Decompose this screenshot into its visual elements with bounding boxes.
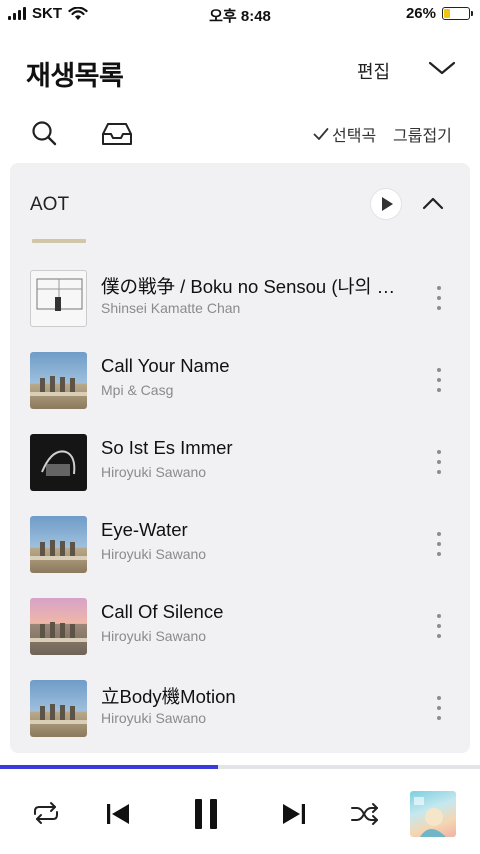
- playlist-name[interactable]: AOT: [30, 194, 69, 216]
- select-tracks-button[interactable]: 선택곡: [313, 122, 376, 146]
- album-art: [30, 598, 87, 655]
- playback-progress-fill: [0, 765, 219, 769]
- album-art: [30, 680, 87, 737]
- more-vertical-icon[interactable]: [434, 614, 444, 638]
- album-art: [30, 434, 87, 491]
- track-artist: Hiroyuki Sawano: [101, 710, 207, 726]
- edit-button[interactable]: 편집: [357, 58, 390, 84]
- track-row[interactable]: 僕の戦争 / Boku no Sensou (나의 전쟁) Shinsei Kam…: [10, 259, 470, 341]
- track-row[interactable]: Call Of Silence Hiroyuki Sawano: [10, 587, 470, 669]
- inbox-icon[interactable]: [101, 121, 133, 147]
- track-artist: Hiroyuki Sawano: [101, 464, 207, 480]
- shuffle-icon[interactable]: [350, 802, 380, 826]
- track-row[interactable]: Eye-Water Hiroyuki Sawano: [10, 505, 470, 587]
- track-artist: Hiroyuki Sawano: [101, 628, 207, 644]
- track-row[interactable]: Call Your Name Mpi & Casg: [10, 341, 470, 423]
- album-art: [30, 516, 87, 573]
- now-playing-art-graphic: [414, 797, 446, 837]
- previous-icon[interactable]: [105, 801, 131, 827]
- more-vertical-icon[interactable]: [434, 368, 444, 392]
- now-playing-album-art[interactable]: [410, 791, 456, 837]
- track-title: 立Body機Motion: [101, 686, 236, 707]
- track-artist: Mpi & Casg: [101, 382, 174, 398]
- status-bar: SKT 오후 8:48 26%: [0, 0, 480, 28]
- more-vertical-icon[interactable]: [434, 532, 444, 556]
- track-row[interactable]: 立Body機Motion Hiroyuki Sawano: [10, 669, 470, 751]
- album-art: [30, 270, 87, 327]
- track-row[interactable]: So Ist Es Immer Hiroyuki Sawano: [10, 423, 470, 505]
- more-vertical-icon[interactable]: [434, 696, 444, 720]
- track-title: Call Your Name: [101, 355, 230, 376]
- track-artist: Hiroyuki Sawano: [101, 546, 207, 562]
- battery-percent: 26%: [405, 5, 436, 22]
- more-vertical-icon[interactable]: [434, 286, 444, 310]
- repeat-icon[interactable]: [31, 801, 61, 825]
- album-art: [30, 352, 87, 409]
- play-playlist-button[interactable]: [371, 189, 401, 219]
- status-right: 26%: [405, 5, 473, 22]
- battery-icon: [442, 7, 473, 20]
- playlist-card: AOT 僕の戦争 / Boku no Sensou (나의 전쟁) Shinsei…: [10, 163, 470, 753]
- search-icon[interactable]: [31, 120, 57, 146]
- track-title: So Ist Es Immer: [101, 437, 233, 458]
- battery-fill: [444, 9, 451, 18]
- fold-groups-button[interactable]: 그룹접기: [393, 122, 452, 146]
- track-title: Call Of Silence: [101, 601, 224, 622]
- playback-progress[interactable]: [0, 765, 480, 769]
- track-artist: Shinsei Kamatte Chan: [101, 300, 241, 316]
- check-icon: [313, 128, 329, 140]
- chevron-up-icon[interactable]: [422, 196, 444, 210]
- page-title: 재생목록: [26, 61, 124, 91]
- chevron-down-icon[interactable]: [428, 58, 456, 78]
- track-title: 僕の戦争 / Boku no Sensou (나의 전쟁): [101, 276, 411, 297]
- track-title: Eye-Water: [101, 519, 188, 540]
- more-vertical-icon[interactable]: [434, 450, 444, 474]
- partial-album-art: [32, 239, 86, 243]
- select-tracks-label: 선택곡: [332, 128, 377, 145]
- pause-icon[interactable]: [192, 797, 220, 831]
- next-icon[interactable]: [281, 801, 307, 827]
